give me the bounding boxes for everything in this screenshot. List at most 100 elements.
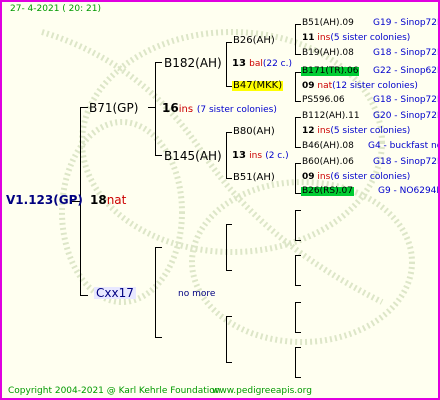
gen4-year-unit: ins	[317, 172, 331, 182]
timestamp: 27- 4-2021 ( 20: 21)	[10, 4, 101, 14]
gen4-year: 11 ins(5 sister colonies)	[302, 34, 410, 43]
connector	[155, 247, 162, 248]
gen4-code: G18 - Sinop72R	[373, 157, 440, 167]
gen4-year-num: 11	[302, 33, 315, 43]
gen4-code: G18 - Sinop72R	[373, 48, 440, 58]
connector	[295, 377, 301, 378]
connector	[226, 362, 232, 363]
gen4-year-unit: nat	[317, 81, 333, 91]
connector	[155, 155, 162, 156]
gen2-top-unit: bal	[249, 59, 263, 69]
gen2-bottom-unit: ins	[249, 151, 263, 161]
connector	[295, 332, 301, 333]
gen4-code: G20 - Sinop72R	[373, 111, 440, 121]
gen4-year-num: 09	[302, 81, 315, 91]
gen4-queen[interactable]: PS596.06	[302, 96, 345, 105]
connector	[295, 240, 301, 241]
connector	[226, 178, 232, 179]
gen1-bottom-note: no more	[178, 289, 216, 299]
connector	[226, 132, 227, 178]
gen4-year-note: (12 sister colonies)	[332, 81, 418, 91]
gen1-top-num: 16	[162, 101, 179, 115]
connector	[295, 285, 301, 286]
connector	[295, 347, 296, 377]
connector	[80, 107, 88, 108]
connector	[155, 62, 162, 63]
connector	[295, 255, 296, 285]
gen2-top-note: (22 c.)	[262, 59, 292, 69]
gen3-c-queen[interactable]: B80(AH)	[233, 127, 275, 137]
connector	[148, 107, 155, 108]
connector	[155, 62, 156, 155]
gen4-year-unit: ins	[317, 126, 331, 136]
gen2-top-num: 13	[232, 58, 246, 69]
gen4-queen[interactable]: B19(AH).08	[302, 49, 354, 58]
gen4-code: G18 - Sinop72R	[373, 95, 440, 105]
gen4-queen[interactable]: B171(TR).06	[301, 67, 360, 76]
connector	[226, 42, 232, 43]
connector	[155, 337, 162, 338]
gen4-code: G22 - Sinop62R	[373, 66, 440, 76]
gen4-year-note: (5 sister colonies)	[330, 33, 411, 43]
root-year: 18nat	[90, 194, 126, 206]
gen4-queen[interactable]: B112(AH).11	[302, 112, 360, 121]
gen4-year: 12 ins(5 sister colonies)	[302, 127, 410, 136]
gen4-year-num: 09	[302, 172, 315, 182]
footer-copyright: Copyright 2004-2021 @ Karl Kehrle Founda…	[8, 386, 221, 396]
gen2-top-queen[interactable]: B182(AH)	[164, 57, 222, 69]
connector	[295, 210, 301, 211]
gen1-top-year: 16ins (7 sister colonies)	[162, 102, 277, 115]
gen4-year: 09 nat(12 sister colonies)	[302, 82, 418, 91]
connector	[226, 42, 227, 86]
gen4-code: G19 - Sinop72R	[373, 18, 440, 28]
connector	[226, 270, 232, 271]
root-year-num: 18	[90, 193, 107, 207]
connector	[226, 316, 232, 317]
root-year-unit: nat	[106, 193, 127, 207]
connector	[226, 132, 232, 133]
connector	[295, 255, 301, 256]
gen1-bottom-queen[interactable]: Cxx17	[94, 287, 136, 299]
connector	[295, 210, 296, 240]
connector	[295, 117, 301, 118]
connector	[295, 24, 301, 25]
connector	[295, 72, 296, 101]
gen4-year-num: 12	[302, 126, 315, 136]
gen4-queen[interactable]: B26(RS).07	[301, 187, 354, 196]
footer-link[interactable]: www.pedigreeapis.org	[212, 387, 312, 396]
gen4-year: 09 ins(6 sister colonies)	[302, 173, 410, 182]
gen2-top-year: 13 bal(22 c.)	[232, 59, 292, 69]
gen4-queen[interactable]: B46(AH).08	[302, 142, 354, 151]
gen4-queen[interactable]: B51(AH).09	[302, 19, 354, 28]
connector	[155, 247, 156, 337]
connector	[295, 101, 301, 102]
gen4-queen[interactable]: B60(AH).06	[302, 158, 354, 167]
gen4-year-note: (6 sister colonies)	[330, 172, 411, 182]
gen2-bottom-note: (2 c.)	[265, 151, 289, 161]
gen2-bottom-year: 13 ins (2 c.)	[232, 151, 289, 161]
connector	[226, 224, 227, 270]
connector	[295, 302, 301, 303]
gen4-year-note: (5 sister colonies)	[330, 126, 411, 136]
gen2-bottom-queen[interactable]: B145(AH)	[164, 150, 222, 162]
gen2-bottom-num: 13	[232, 150, 246, 161]
gen4-code: G4 - buckfast no	[368, 141, 440, 151]
gen4-year-unit: ins	[317, 33, 331, 43]
connector	[226, 316, 227, 362]
connector	[295, 163, 301, 164]
connector	[295, 347, 301, 348]
connector	[295, 147, 301, 148]
gen3-b-queen[interactable]: B47(MKK)	[232, 81, 284, 91]
root-queen[interactable]: V1.123(GP)	[6, 194, 83, 206]
gen3-d-queen[interactable]: B51(AH)	[233, 173, 275, 183]
gen1-top-queen[interactable]: B71(GP)	[89, 102, 138, 114]
connector	[295, 24, 296, 54]
connector	[295, 54, 301, 55]
connector	[295, 302, 296, 332]
connector	[80, 295, 88, 296]
gen3-a-queen[interactable]: B26(AH)	[233, 36, 275, 46]
connector	[295, 163, 296, 193]
gen4-code: G9 - NO6294R	[378, 186, 440, 196]
pedigree-frame: 27- 4-2021 ( 20: 21) Copyright 2004-2021…	[0, 0, 440, 400]
gen1-top-note: (7 sister colonies)	[196, 105, 277, 115]
